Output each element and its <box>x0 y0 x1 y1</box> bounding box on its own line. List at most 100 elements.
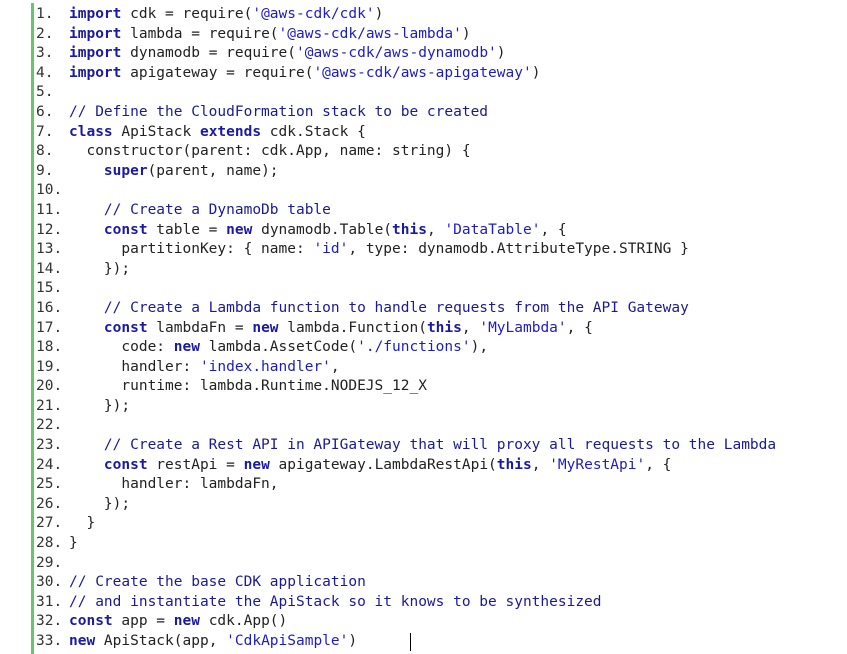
code-token: } <box>69 515 96 532</box>
code-token: ApiStack(app, <box>95 633 227 649</box>
code-token: lambda = require( <box>121 25 279 42</box>
code-line[interactable]: 28.} <box>0 534 847 554</box>
code-token: , { <box>566 319 593 336</box>
line-code: handler: lambdaFn, <box>69 475 279 495</box>
code-line[interactable]: 33. new ApiStack(app, 'CdkApiSample') <box>0 632 847 652</box>
code-token: this <box>426 319 462 336</box>
code-token: dynamodb.Table( <box>252 221 393 238</box>
code-line[interactable]: 20. runtime: lambda.Runtime.NODEJS_12_X <box>0 377 847 397</box>
code-token: cdk.Stack { <box>261 123 366 140</box>
code-token: new <box>173 613 200 630</box>
code-line[interactable]: 18. code: new lambda.AssetCode('./functi… <box>0 338 847 358</box>
code-line[interactable]: 1. import cdk = require('@aws-cdk/cdk') <box>0 5 847 25</box>
code-token: 'MyLambda' <box>479 319 567 336</box>
code-token: extends <box>199 123 262 140</box>
code-line[interactable]: 3. import dynamodb = require('@aws-cdk/aw… <box>0 44 847 64</box>
code-line[interactable]: 17. const lambdaFn = new lambda.Function… <box>0 319 847 339</box>
code-token: '@aws-cdk/aws-lambda' <box>278 25 462 42</box>
code-token: ) <box>461 25 471 42</box>
code-line[interactable]: 27. } <box>0 514 847 534</box>
code-line[interactable]: 23. // Create a Rest API in APIGateway t… <box>0 436 847 456</box>
code-line[interactable]: 32. const app = new cdk.App() <box>0 612 847 632</box>
line-number: 21. <box>36 397 63 414</box>
line-number: 6. <box>36 103 54 120</box>
line-code: // Define the CloudFormation stack to be… <box>69 103 488 123</box>
line-number: 15. <box>36 280 63 297</box>
line-code: code: new lambda.AssetCode('./functions'… <box>69 338 488 358</box>
code-line[interactable]: 13. partitionKey: { name: 'id', type: dy… <box>0 240 847 260</box>
code-token: // Define the CloudFormation stack to be… <box>69 103 489 120</box>
line-number: 24. <box>36 456 63 473</box>
code-token: cdk.App() <box>199 613 288 630</box>
code-line[interactable]: 19. handler: 'index.handler', <box>0 358 847 378</box>
line-number: 22. <box>36 417 63 434</box>
code-token: handler: <box>69 358 200 375</box>
code-token: import <box>69 45 122 62</box>
code-line[interactable]: 30. // Create the base CDK application <box>0 573 847 593</box>
code-editor[interactable]: 1. import cdk = require('@aws-cdk/cdk') 2.… <box>0 0 847 654</box>
code-token: ApiStack <box>112 123 200 140</box>
code-line[interactable]: 16. // Create a Lambda function to handl… <box>0 299 847 319</box>
line-code: runtime: lambda.Runtime.NODEJS_12_X <box>69 377 427 397</box>
line-code: import cdk = require('@aws-cdk/cdk') <box>69 5 383 25</box>
code-token: this <box>392 221 427 238</box>
line-code: class ApiStack extends cdk.Stack { <box>69 123 366 143</box>
code-token: apigateway.LambdaRestApi( <box>269 456 497 473</box>
code-token: import <box>69 25 122 42</box>
code-line[interactable]: 8. constructor(parent: cdk.App, name: st… <box>0 142 847 162</box>
code-token: , { <box>540 221 567 238</box>
code-token: restApi = <box>147 456 244 473</box>
line-number: 31. <box>36 593 63 610</box>
code-line[interactable]: 25. handler: lambdaFn, <box>0 475 847 495</box>
line-number: 11. <box>36 201 63 218</box>
code-line[interactable]: 31. // and instantiate the ApiStack so it… <box>0 593 847 613</box>
line-number: 1. <box>36 6 54 22</box>
code-token: cdk = require( <box>121 6 253 22</box>
code-token: 'DataTable' <box>444 221 541 238</box>
code-token: app = <box>112 613 174 630</box>
code-lines: 1. import cdk = require('@aws-cdk/cdk') 2.… <box>0 5 847 652</box>
line-number: 4. <box>36 64 54 81</box>
code-token: handler: lambdaFn, <box>69 476 279 493</box>
code-line[interactable]: 12. const table = new dynamodb.Table(thi… <box>0 221 847 241</box>
line-number: 20. <box>36 378 63 395</box>
code-token: import <box>69 6 122 22</box>
code-token: // Create the base CDK application <box>69 574 366 591</box>
code-token: 'CdkApiSample' <box>226 633 349 649</box>
code-token: (parent, name); <box>147 162 279 179</box>
code-line[interactable]: 7. class ApiStack extends cdk.Stack { <box>0 123 847 143</box>
code-line[interactable]: 21. }); <box>0 397 847 417</box>
line-code: }); <box>69 397 130 417</box>
code-line[interactable]: 24. const restApi = new apigateway.Lambd… <box>0 456 847 476</box>
code-line[interactable]: 6. // Define the CloudFormation stack to … <box>0 103 847 123</box>
code-line[interactable]: 29. <box>0 554 847 574</box>
code-line[interactable]: 14. }); <box>0 260 847 280</box>
line-number: 29. <box>36 554 63 571</box>
code-token: lambda.Function( <box>278 319 427 336</box>
code-line[interactable]: 15. <box>0 279 847 299</box>
code-token: dynamodb = require( <box>121 45 296 62</box>
code-line[interactable]: 26. }); <box>0 495 847 515</box>
code-token: // and instantiate the ApiStack so it kn… <box>69 593 602 610</box>
code-token: , { <box>645 456 672 473</box>
line-number: 13. <box>36 241 63 258</box>
line-number: 10. <box>36 182 63 199</box>
code-line[interactable]: 11. // Create a DynamoDb table <box>0 201 847 221</box>
code-line[interactable]: 10. <box>0 181 847 201</box>
code-token: constructor(parent: cdk.App, name: strin… <box>69 143 471 160</box>
code-line[interactable]: 9. super(parent, name); <box>0 162 847 182</box>
code-token: ), <box>470 339 489 356</box>
code-token: this <box>496 456 532 473</box>
code-line[interactable]: 4. import apigateway = require('@aws-cdk/… <box>0 64 847 84</box>
code-token: '@aws-cdk/aws-dynamodb' <box>296 45 497 62</box>
code-line[interactable]: 22. <box>0 416 847 436</box>
code-token: ) <box>496 45 506 62</box>
line-code: super(parent, name); <box>69 162 279 182</box>
line-code: const table = new dynamodb.Table(this, '… <box>69 221 567 241</box>
code-line[interactable]: 2. import lambda = require('@aws-cdk/aws-… <box>0 25 847 45</box>
code-token: // Create a DynamoDb table <box>69 201 331 218</box>
code-token: apigateway = require( <box>121 64 314 81</box>
line-number: 2. <box>36 25 54 42</box>
code-line[interactable]: 5. <box>0 83 847 103</box>
line-number: 28. <box>36 535 63 552</box>
